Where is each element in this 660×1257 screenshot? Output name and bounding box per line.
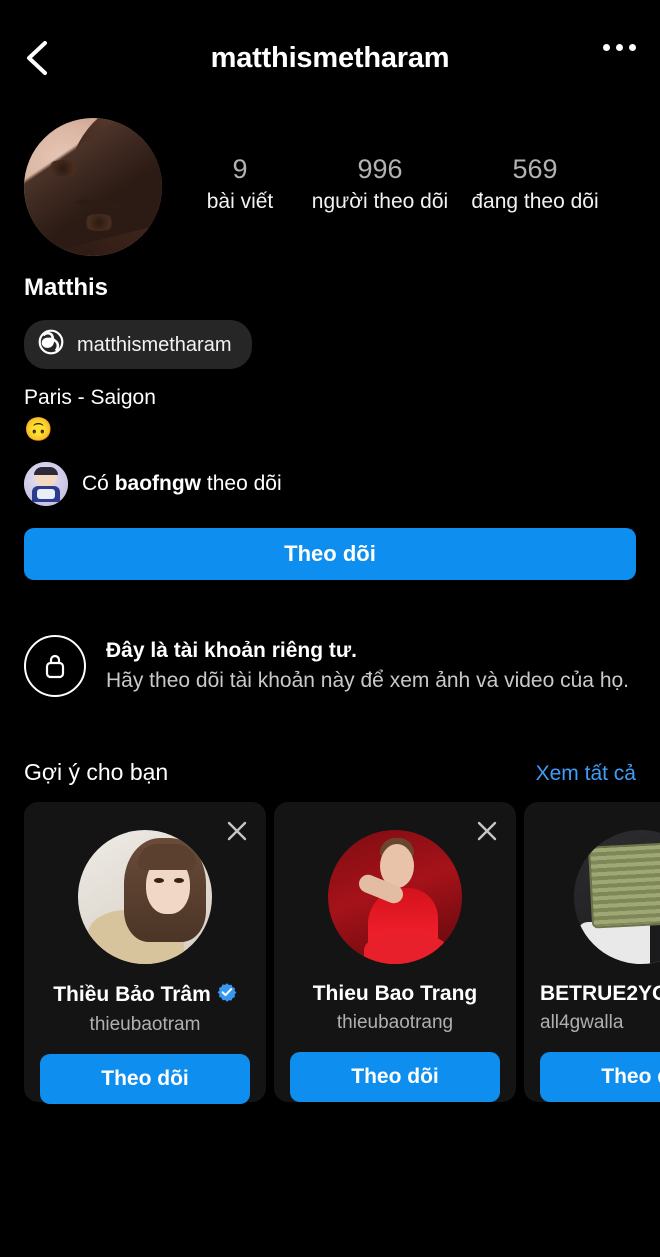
followed-by-text: Có baofngw theo dõi: [82, 470, 282, 498]
profile-stats: 9 bài viết 996 người theo dõi 569 đang t…: [162, 152, 636, 216]
private-account-subtitle: Hãy theo dõi tài khoản này để xem ảnh và…: [106, 669, 630, 692]
stat-followers-label: người theo dõi: [311, 190, 449, 213]
suggestions-title: Gợi ý cho bạn: [24, 759, 169, 785]
more-options-icon: [603, 44, 610, 51]
close-icon[interactable]: [472, 816, 502, 846]
suggestion-name-row: BETRUE2YOU: [540, 982, 660, 1006]
threads-logo-icon: [38, 329, 64, 360]
suggestion-name: Thiều Bảo Trâm: [53, 983, 211, 1006]
followed-by-username[interactable]: baofngw: [115, 472, 201, 495]
suggestion-card[interactable]: BETRUE2YOU all4gwalla Theo dõi: [524, 802, 660, 1102]
stat-following[interactable]: 569 đang theo dõi: [460, 152, 610, 216]
verified-badge-icon: [217, 982, 237, 1008]
suggestions-header: Gợi ý cho bạn Xem tất cả: [0, 759, 660, 786]
mutual-follower-avatar: [24, 462, 68, 506]
suggestion-username: all4gwalla: [540, 1012, 624, 1033]
stat-following-value: 569: [512, 154, 558, 184]
top-navigation-bar: matthismetharam: [0, 0, 660, 104]
lock-icon: [24, 635, 86, 697]
threads-handle: matthismetharam: [77, 333, 232, 356]
suggestion-username: thieubaotram: [89, 1014, 201, 1035]
followed-by-prefix: Có: [82, 472, 109, 495]
stat-posts[interactable]: 9 bài viết: [180, 152, 300, 216]
close-icon[interactable]: [222, 816, 252, 846]
more-options-button[interactable]: [603, 44, 636, 51]
profile-avatar-wrap[interactable]: [24, 118, 162, 256]
profile-header: 9 bài viết 996 người theo dõi 569 đang t…: [0, 104, 660, 256]
profile-full-name: Matthis: [24, 274, 108, 301]
follow-button[interactable]: Theo dõi: [24, 528, 636, 580]
bio-emoji: 🙃: [24, 416, 53, 442]
followed-by-suffix: theo dõi: [206, 472, 282, 495]
private-account-text: Đây là tài khoản riêng tư. Hãy theo dõi …: [106, 636, 629, 696]
instagram-profile-screen: matthismetharam 9 bài viết 996 người the…: [0, 0, 660, 1257]
suggestion-follow-button[interactable]: Theo dõi: [40, 1054, 250, 1104]
suggestion-follow-button[interactable]: Theo dõi: [290, 1052, 500, 1102]
suggestion-avatar[interactable]: [328, 830, 462, 964]
stat-posts-value: 9: [232, 154, 248, 184]
bio-location: Paris - Saigon: [24, 386, 156, 409]
suggestion-avatar[interactable]: [78, 830, 212, 964]
page-title: matthismetharam: [210, 42, 450, 74]
suggestion-card[interactable]: Thieu Bao Trang thieubaotrang Theo dõi: [274, 802, 516, 1102]
suggestion-cards-carousel[interactable]: Thiều Bảo Trâm thieubaotram Theo dõi Thi…: [0, 802, 660, 1104]
private-account-notice: Đây là tài khoản riêng tư. Hãy theo dõi …: [0, 635, 660, 697]
followed-by-row[interactable]: Có baofngw theo dõi: [0, 444, 660, 506]
private-account-title: Đây là tài khoản riêng tư.: [106, 639, 357, 662]
suggestion-avatar[interactable]: [574, 830, 660, 964]
profile-avatar[interactable]: [24, 118, 162, 256]
profile-bio: Matthis matthismetharam Paris - Saigon 🙃: [0, 256, 660, 444]
stat-followers[interactable]: 996 người theo dõi: [300, 152, 460, 216]
suggestion-name: Thieu Bao Trang: [312, 982, 478, 1005]
threads-badge[interactable]: matthismetharam: [24, 320, 252, 369]
see-all-link[interactable]: Xem tất cả: [536, 762, 636, 786]
suggestion-name-row: Thiều Bảo Trâm: [40, 982, 250, 1008]
stat-posts-label: bài viết: [206, 190, 274, 213]
suggestion-name: BETRUE2YOU: [540, 982, 660, 1005]
stat-following-label: đang theo dõi: [471, 190, 599, 213]
suggestion-card[interactable]: Thiều Bảo Trâm thieubaotram Theo dõi: [24, 802, 266, 1104]
suggestion-username: thieubaotrang: [336, 1012, 454, 1033]
suggestion-name-row: Thieu Bao Trang: [290, 982, 500, 1006]
suggestion-follow-button[interactable]: Theo dõi: [540, 1052, 660, 1102]
stat-followers-value: 996: [357, 154, 403, 184]
